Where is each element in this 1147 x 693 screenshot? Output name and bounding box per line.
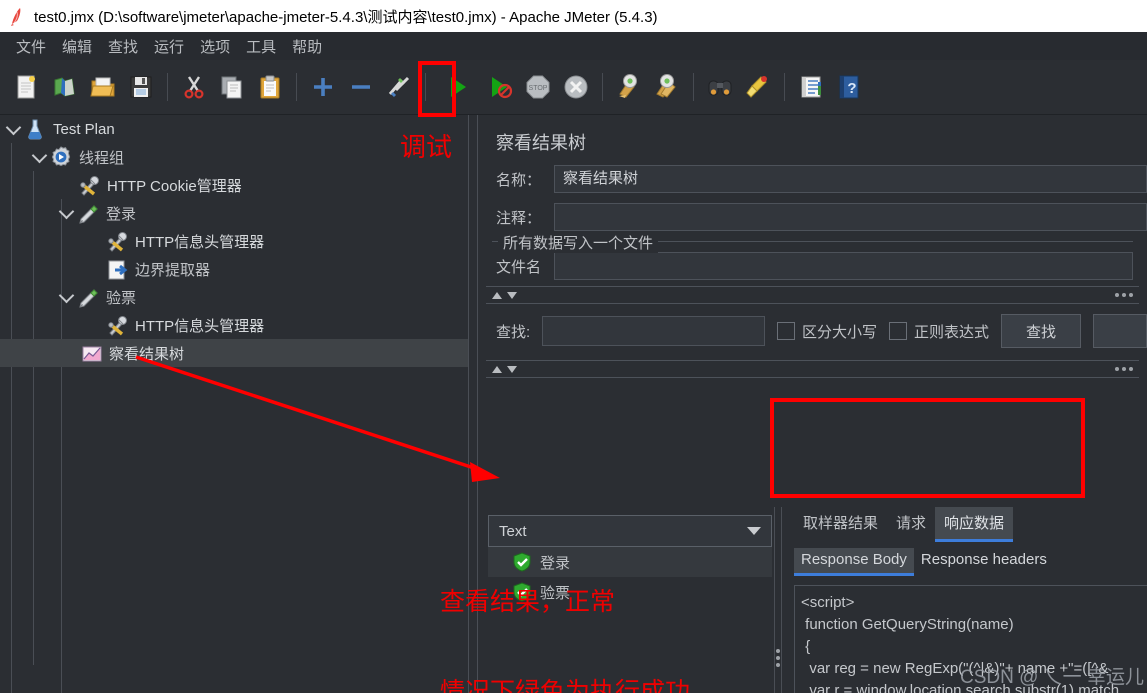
jmeter-window: test0.jmx (D:\software\jmeter\apache-jme…: [0, 0, 1147, 693]
annotation-result-note: 查看结果，正常 情况下绿色为执行成功 红色为执行失败: [440, 527, 690, 693]
annotation-result-note-line1: 查看结果，正常: [440, 588, 616, 616]
csdn-watermark: CSDN @ 乀一 幸运儿: [960, 667, 1144, 688]
annotation-result-note-line2: 情况下绿色为执行成功: [440, 678, 691, 693]
